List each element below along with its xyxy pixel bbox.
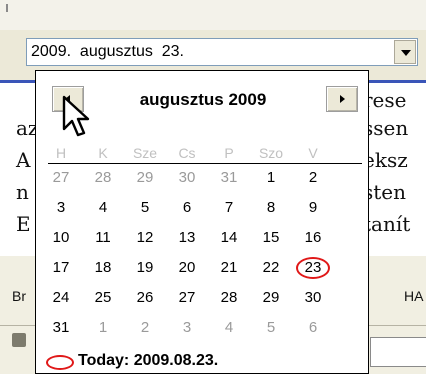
today-button[interactable]: Today: 2009.08.23. xyxy=(44,351,364,373)
weekday-header: H K Sze Cs P Szo V xyxy=(36,145,370,165)
calendar-day[interactable]: 24 xyxy=(44,287,78,309)
document-text-left: n xyxy=(16,180,29,204)
background-tick-mark xyxy=(6,4,8,12)
calendar-day[interactable]: 28 xyxy=(212,287,246,309)
weekday-label: Cs xyxy=(178,145,196,161)
calendar-day[interactable]: 14 xyxy=(212,227,246,249)
document-text-left: A xyxy=(16,148,31,172)
month-title: augusztus 2009 xyxy=(139,90,267,109)
calendar-day-outside-month[interactable]: 2 xyxy=(128,317,162,339)
calendar-day[interactable]: 6 xyxy=(170,197,204,219)
today-label: Today: 2009.08.23. xyxy=(78,352,219,369)
date-value: 2009. augusztus 23. xyxy=(31,43,184,60)
calendar-day-outside-month[interactable]: 27 xyxy=(44,167,78,189)
calendar-day[interactable]: 21 xyxy=(212,257,246,279)
calendar-day[interactable]: 30 xyxy=(296,287,330,309)
calendar-day-outside-month[interactable]: 28 xyxy=(86,167,120,189)
document-text-left: E xyxy=(16,212,31,236)
weekday-label: V xyxy=(308,145,318,161)
calendar-day[interactable]: 1 xyxy=(254,167,288,189)
document-text-right: rese xyxy=(363,88,407,112)
dropdown-button[interactable] xyxy=(394,40,416,64)
calendar-day[interactable]: 16 xyxy=(296,227,330,249)
calendar-day[interactable]: 8 xyxy=(254,197,288,219)
calendar-day[interactable]: 10 xyxy=(44,227,78,249)
weekday-label: K xyxy=(98,145,108,161)
arrow-right-icon xyxy=(340,95,345,103)
toolbar-label-right: HA xyxy=(404,288,424,304)
calendar-day[interactable]: 26 xyxy=(128,287,162,309)
weekday-label: Szo xyxy=(258,145,284,161)
calendar-day[interactable]: 9 xyxy=(296,197,330,219)
weekday-label: H xyxy=(55,145,67,161)
calendar-day[interactable]: 19 xyxy=(128,257,162,279)
toolbar-icon xyxy=(12,333,26,347)
calendar-day[interactable]: 4 xyxy=(86,197,120,219)
calendar-day[interactable]: 31 xyxy=(44,317,78,339)
document-text-right: ssen xyxy=(363,116,409,140)
calendar-day-selected[interactable]: 23 xyxy=(296,257,330,279)
calendar-day[interactable]: 12 xyxy=(128,227,162,249)
weekday-label: P xyxy=(224,145,234,161)
calendar-day[interactable]: 7 xyxy=(212,197,246,219)
weekday-divider xyxy=(48,163,362,164)
calendar-day[interactable]: 17 xyxy=(44,257,78,279)
calendar-day-outside-month[interactable]: 6 xyxy=(296,317,330,339)
calendar-day[interactable]: 27 xyxy=(170,287,204,309)
background-window-top xyxy=(0,0,426,30)
calendar-day[interactable]: 25 xyxy=(86,287,120,309)
toolbar-label-left: Br xyxy=(12,288,26,304)
calendar-day[interactable]: 29 xyxy=(254,287,288,309)
calendar-day[interactable]: 13 xyxy=(170,227,204,249)
calendar-day-outside-month[interactable]: 3 xyxy=(170,317,204,339)
today-circle-icon xyxy=(46,355,74,370)
date-picker-combo[interactable]: 2009. augusztus 23. xyxy=(26,38,418,66)
calendar-day[interactable]: 15 xyxy=(254,227,288,249)
calendar-day-outside-month[interactable]: 4 xyxy=(212,317,246,339)
calendar-day-outside-month[interactable]: 30 xyxy=(170,167,204,189)
document-text-right: sten xyxy=(363,180,407,204)
document-text-right: tanít xyxy=(363,212,411,236)
chevron-down-icon xyxy=(401,50,411,56)
calendar-day-outside-month[interactable]: 1 xyxy=(86,317,120,339)
calendar-day-outside-month[interactable]: 5 xyxy=(254,317,288,339)
mouse-cursor-icon xyxy=(62,95,90,137)
weekday-label: Sze xyxy=(132,145,158,161)
next-month-button[interactable] xyxy=(326,86,358,112)
calendar-day[interactable]: 22 xyxy=(254,257,288,279)
calendar-day[interactable]: 3 xyxy=(44,197,78,219)
calendar-day-outside-month[interactable]: 29 xyxy=(128,167,162,189)
calendar-day[interactable]: 11 xyxy=(86,227,120,249)
calendar-day[interactable]: 2 xyxy=(296,167,330,189)
calendar-day[interactable]: 20 xyxy=(170,257,204,279)
calendar-day[interactable]: 18 xyxy=(86,257,120,279)
background-input-box xyxy=(370,337,426,367)
calendar-day[interactable]: 5 xyxy=(128,197,162,219)
calendar-day-outside-month[interactable]: 31 xyxy=(212,167,246,189)
calendar-popup: augusztus 2009 H K Sze Cs P Szo V 27 28 29 30 31 1 2… xyxy=(35,70,369,374)
